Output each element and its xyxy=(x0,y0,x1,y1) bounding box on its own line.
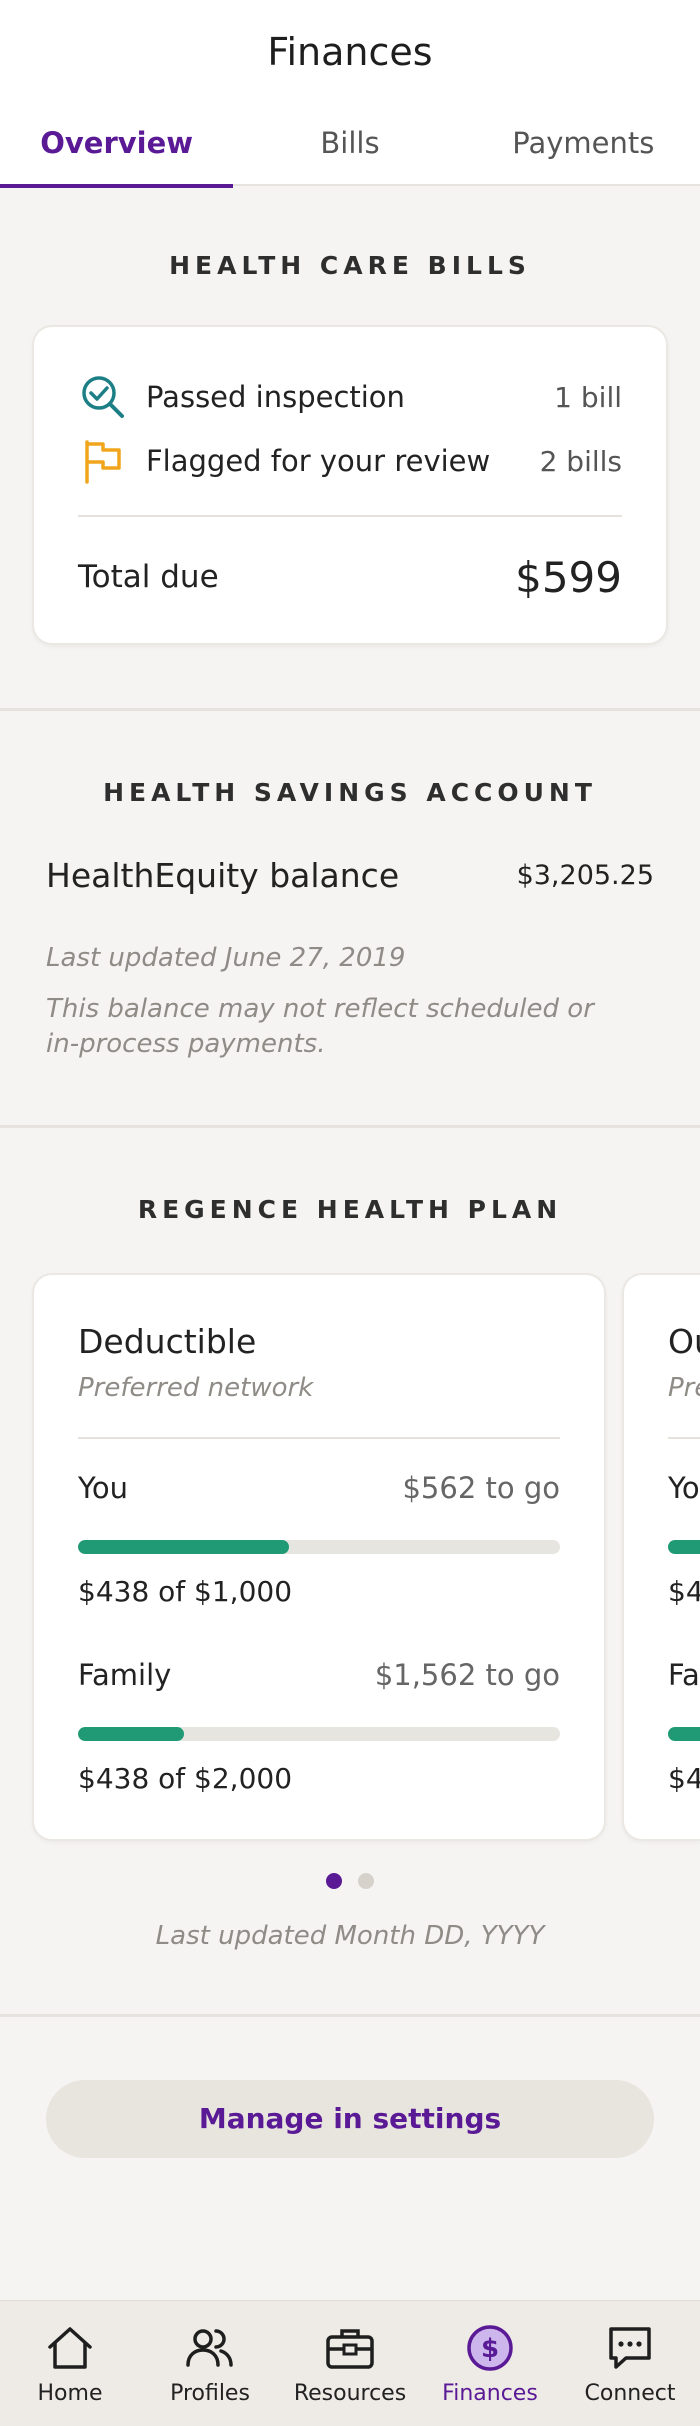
flagged-review-label: Flagged for your review xyxy=(146,444,491,478)
deductible-card[interactable]: Deductible Preferred network You $562 to… xyxy=(32,1273,606,1841)
deductible-title: Deductible xyxy=(78,1322,257,1361)
flag-icon xyxy=(78,436,128,486)
card-divider xyxy=(668,1437,700,1439)
nav-home-label: Home xyxy=(37,2381,103,2406)
passed-inspection-count: 1 bill xyxy=(554,380,622,414)
flagged-review-row[interactable]: Flagged for your review 2 bills xyxy=(78,436,622,486)
partial-row-label: Fa xyxy=(668,1658,700,1692)
page-title: Finances xyxy=(267,30,433,74)
family-progress-bar xyxy=(78,1727,560,1741)
you-amount: $438 of $1,000 xyxy=(78,1575,293,1608)
section-divider xyxy=(0,708,700,711)
flagged-review-count: 2 bills xyxy=(539,444,622,478)
partial-amount: $4 xyxy=(668,1762,700,1795)
deductible-you-row: You $562 to go xyxy=(78,1471,560,1505)
hsa-disclaimer: This balance may not reflect scheduled o… xyxy=(46,994,594,1059)
total-due-label: Total due xyxy=(78,559,219,595)
partial-progress-fill xyxy=(668,1540,700,1554)
active-tab-indicator xyxy=(0,184,233,188)
section-divider xyxy=(0,1125,700,1128)
you-progress-fill xyxy=(78,1540,290,1554)
total-due-value: $599 xyxy=(515,552,622,602)
tab-payments[interactable]: Payments xyxy=(467,120,700,186)
tab-bills[interactable]: Bills xyxy=(233,120,466,186)
nav-resources-label: Resources xyxy=(293,2381,407,2406)
partial-card-subtitle: Pre xyxy=(668,1373,700,1403)
family-label: Family xyxy=(78,1658,172,1692)
family-amount: $438 of $2,000 xyxy=(78,1762,293,1795)
out-of-pocket-card-partial[interactable]: Ou Pre Yo $4 Fa $4 xyxy=(622,1273,700,1841)
regence-health-plan-heading: REGENCE HEALTH PLAN xyxy=(137,1195,563,1224)
partial-amount: $4 xyxy=(668,1575,700,1608)
card-divider xyxy=(78,1437,560,1439)
profiles-icon xyxy=(185,2323,235,2373)
bottom-navigation: Home Profiles Resources $ Finances Conne… xyxy=(0,2300,700,2426)
plan-last-updated: Last updated Month DD, YYYY xyxy=(155,1921,545,1951)
health-savings-account-heading: HEALTH SAVINGS ACCOUNT xyxy=(103,778,597,807)
partial-progress-fill xyxy=(668,1727,700,1741)
family-to-go: $1,562 to go xyxy=(374,1658,560,1692)
magnifier-check-icon xyxy=(78,372,128,422)
app-header: Finances Overview Bills Payments xyxy=(0,0,700,188)
nav-connect[interactable]: Connect xyxy=(560,2301,700,2426)
nav-finances-label: Finances xyxy=(442,2381,538,2406)
family-progress-fill xyxy=(78,1727,184,1741)
deductible-family-row: Family $1,562 to go xyxy=(78,1658,560,1692)
section-divider xyxy=(0,2014,700,2017)
you-to-go: $562 to go xyxy=(402,1471,560,1505)
hsa-balance-row: HealthEquity balance $3,205.25 xyxy=(46,852,654,898)
carousel-pagination xyxy=(0,1873,700,1889)
tab-overview[interactable]: Overview xyxy=(0,120,233,186)
nav-profiles-label: Profiles xyxy=(170,2381,250,2406)
nav-profiles[interactable]: Profiles xyxy=(140,2301,280,2426)
pagination-dot[interactable] xyxy=(358,1873,374,1889)
home-icon xyxy=(45,2323,95,2373)
you-label: You xyxy=(78,1471,128,1505)
hsa-balance-value: $3,205.25 xyxy=(516,859,654,891)
nav-home[interactable]: Home xyxy=(0,2301,140,2426)
nav-resources[interactable]: Resources xyxy=(280,2301,420,2426)
nav-finances[interactable]: $ Finances xyxy=(420,2301,560,2426)
chat-icon xyxy=(605,2323,655,2373)
svg-text:$: $ xyxy=(481,2334,499,2364)
health-care-bills-heading: HEALTH CARE BILLS xyxy=(169,251,531,280)
deductible-subtitle: Preferred network xyxy=(78,1373,314,1403)
nav-connect-label: Connect xyxy=(584,2381,676,2406)
passed-inspection-row[interactable]: Passed inspection 1 bill xyxy=(78,372,622,422)
you-progress-bar xyxy=(78,1540,560,1554)
hsa-account-name: HealthEquity balance xyxy=(46,855,400,895)
briefcase-icon xyxy=(325,2323,375,2373)
total-due-row: Total due $599 xyxy=(78,547,622,607)
hsa-last-updated: Last updated June 27, 2019 xyxy=(46,943,406,973)
health-care-bills-card[interactable]: Passed inspection 1 bill Flagged for you… xyxy=(32,325,668,645)
partial-card-title: Ou xyxy=(668,1322,700,1361)
dollar-icon: $ xyxy=(465,2323,515,2373)
tab-bar: Overview Bills Payments xyxy=(0,120,700,188)
passed-inspection-label: Passed inspection xyxy=(146,380,405,414)
partial-row-label: Yo xyxy=(668,1471,700,1505)
manage-in-settings-button[interactable]: Manage in settings xyxy=(46,2080,654,2158)
card-divider xyxy=(78,515,622,517)
pagination-dot-active[interactable] xyxy=(326,1873,342,1889)
